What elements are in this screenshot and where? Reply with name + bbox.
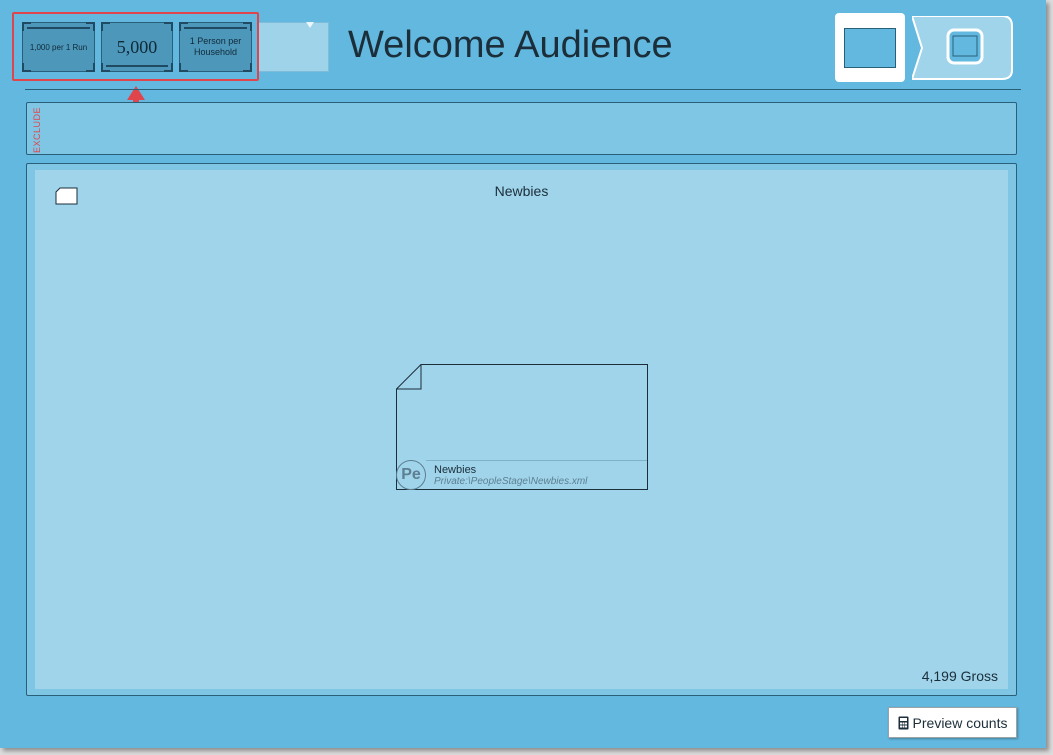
limit-per-household-button[interactable]: 1 Person per Household [179,22,252,72]
limit-bar-top [184,27,247,29]
node-name: Newbies [434,464,477,476]
header-divider [25,89,1021,90]
limit-count-button[interactable]: 5,000 [101,22,173,72]
preview-counts-button[interactable]: Preview counts [888,707,1017,738]
limit-per-run-label: 1,000 per 1 Run [29,42,88,52]
view-toggle-next[interactable] [912,16,1013,80]
gross-count-label: Gross [960,668,998,684]
node-path: Private:\PeopleStage\Newbies.xml [434,476,588,487]
limit-per-household-label: 1 Person per Household [189,36,242,57]
audience-canvas: 1,000 per 1 Run 5,000 1 Person per House… [0,0,1046,748]
calculator-icon [898,716,909,729]
page-title: Welcome Audience [348,24,673,66]
limit-per-run-button[interactable]: 1,000 per 1 Run [22,22,95,72]
limit-bar-top [27,27,90,29]
gross-count-value: 4,199 [921,668,957,684]
people-badge-icon: Pe [396,460,426,490]
preview-counts-label: Preview counts [912,714,1008,731]
limit-bar-bottom [106,65,168,67]
ghost-tab [258,22,329,72]
tab-notch-icon [306,22,314,28]
limit-count-label: 5,000 [116,36,158,57]
gross-count: 4,199 Gross [922,668,998,684]
view-screen-icon [844,28,896,68]
view-toggle-current[interactable] [835,13,905,82]
exclude-panel[interactable]: EXCLUDE [26,102,1017,155]
exclude-label: EXCLUDE [32,107,42,154]
panel-title: Newbies [494,183,549,199]
